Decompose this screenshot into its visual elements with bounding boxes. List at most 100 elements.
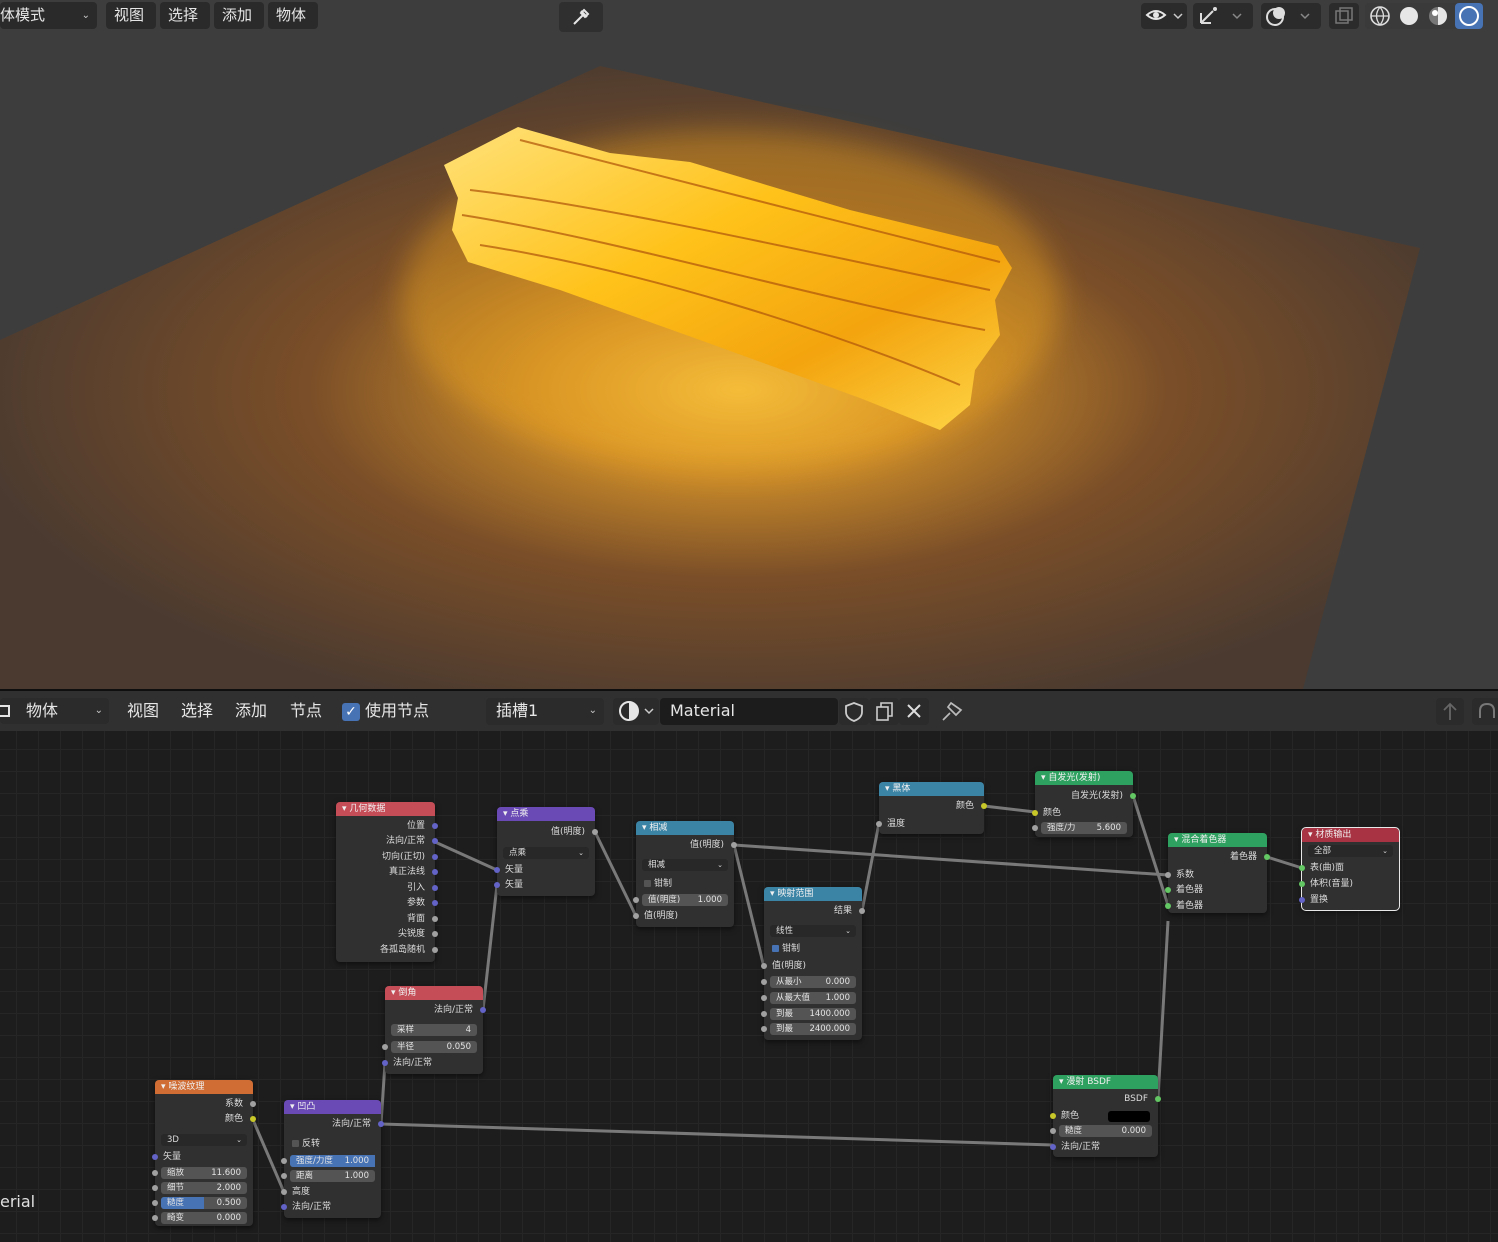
- menu-object[interactable]: 物体: [268, 2, 318, 29]
- roughness-field[interactable]: 糙度 0.000: [1050, 1125, 1152, 1137]
- input-socket[interactable]: [1032, 825, 1038, 831]
- node-blackbody[interactable]: ▾ 黑体 颜色 温度: [876, 782, 987, 834]
- output-socket[interactable]: [432, 838, 438, 844]
- input-socket[interactable]: [1299, 881, 1305, 887]
- editor-type-selector[interactable]: 物体 ⌄: [0, 698, 109, 724]
- output-socket[interactable]: [432, 900, 438, 906]
- visibility-button[interactable]: [1141, 3, 1187, 29]
- node-header-material-output[interactable]: ▾ 材质输出: [1302, 828, 1399, 842]
- input-socket[interactable]: [494, 882, 500, 888]
- node-emission[interactable]: ▾ 自发光(发射) 自发光(发射) 颜色 强度/力 5.600: [1032, 771, 1136, 837]
- menu-select[interactable]: 选择: [160, 2, 210, 29]
- material-name-field[interactable]: Material: [660, 698, 838, 725]
- overlay-button[interactable]: [1261, 3, 1321, 29]
- node-noise-texture[interactable]: ▾ 噪波纹理 系数 颜色 3D ⌄ 矢量 缩放 11.600 细节 2.000 糙度 0…: [152, 1080, 256, 1226]
- node-menu-add[interactable]: 添加: [235, 691, 267, 731]
- input-socket[interactable]: [152, 1200, 158, 1206]
- output-socket[interactable]: [432, 854, 438, 860]
- output-socket[interactable]: [432, 931, 438, 937]
- input-socket[interactable]: [382, 1044, 388, 1050]
- node-menu-node[interactable]: 节点: [290, 691, 322, 731]
- to-min-field[interactable]: 到最 1400.000: [761, 1008, 856, 1020]
- snap-button[interactable]: [1472, 698, 1498, 725]
- node-header-diffuse[interactable]: ▾ 漫射 BSDF: [1053, 1075, 1158, 1089]
- node-map-range[interactable]: ▾ 映射范围 结果 线性 ⌄ 钳制 值(明度) 从最小 0.000 从最大值 1.00…: [761, 887, 865, 1040]
- input-socket[interactable]: [761, 995, 767, 1001]
- clamp-row[interactable]: 钳制: [636, 877, 734, 891]
- output-socket[interactable]: [1155, 1096, 1161, 1102]
- from-max-field[interactable]: 从最大值 1.000: [761, 992, 856, 1004]
- input-socket[interactable]: [1165, 903, 1171, 909]
- node-header-dot[interactable]: ▾ 点乘: [497, 807, 595, 821]
- radius-field[interactable]: 半径 0.050: [382, 1041, 477, 1053]
- detail-field[interactable]: 细节 2.000: [152, 1182, 247, 1194]
- distance-field[interactable]: 距离 1.000: [281, 1170, 375, 1182]
- pin-button[interactable]: [937, 698, 967, 725]
- samples-field[interactable]: 采样 4: [391, 1024, 477, 1036]
- input-socket[interactable]: [761, 1026, 767, 1032]
- input-socket[interactable]: [1165, 887, 1171, 893]
- input-socket[interactable]: [494, 867, 500, 873]
- node-bump[interactable]: ▾ 凹凸 法向/正常 反转 强度/力度 1.000 距离 1.000 高度 法向/正…: [281, 1100, 384, 1218]
- output-socket[interactable]: [1264, 854, 1270, 860]
- input-socket[interactable]: [761, 979, 767, 985]
- input-socket[interactable]: [1299, 897, 1305, 903]
- input-socket[interactable]: [152, 1154, 158, 1160]
- clamp-checkbox[interactable]: [644, 880, 651, 887]
- node-header-mix-shader[interactable]: ▾ 混合着色器: [1168, 833, 1267, 847]
- xray-button[interactable]: [1329, 3, 1359, 29]
- input-socket[interactable]: [281, 1173, 287, 1179]
- 3d-viewport[interactable]: 体模式 ⌄ 视图 选择 添加 物体: [0, 0, 1498, 689]
- output-socket[interactable]: [981, 803, 987, 809]
- input-socket[interactable]: [281, 1204, 287, 1210]
- duplicate-material-button[interactable]: [869, 698, 899, 725]
- node-diffuse-bsdf[interactable]: ▾ 漫射 BSDF BSDF 颜色 糙度 0.000 法向/正常: [1050, 1075, 1161, 1157]
- slot-selector[interactable]: 插槽1 ⌄: [486, 698, 604, 725]
- node-header-geometry[interactable]: ▾ 几何数据: [336, 802, 435, 816]
- dimensions-dropdown[interactable]: 3D ⌄: [161, 1134, 247, 1146]
- clamp-checkbox[interactable]: [772, 945, 779, 952]
- node-header-subtract[interactable]: ▾ 相减: [636, 821, 734, 835]
- input-socket[interactable]: [152, 1215, 158, 1221]
- input-socket[interactable]: [1299, 865, 1305, 871]
- node-geometry[interactable]: ▾ 几何数据 位置 法向/正常 切向(正切) 真正法线 引入 参数 背面 尖锐度…: [336, 802, 438, 962]
- output-socket[interactable]: [432, 869, 438, 875]
- from-min-field[interactable]: 从最小 0.000: [761, 976, 856, 988]
- eyedropper-button[interactable]: [559, 2, 603, 32]
- output-socket[interactable]: [1130, 793, 1136, 799]
- node-subtract[interactable]: ▾ 相减 值(明度) 相减 ⌄ 钳制 值(明度) 1.000 值(明度): [633, 821, 737, 927]
- node-header-bevel[interactable]: ▾ 倒角: [385, 986, 483, 1000]
- node-dot-product[interactable]: ▾ 点乘 值(明度) 点乘 ⌄ 矢量 矢量: [494, 807, 598, 896]
- input-socket[interactable]: [1050, 1144, 1056, 1150]
- node-canvas[interactable]: ▾ 几何数据 位置 法向/正常 切向(正切) 真正法线 引入 参数 背面 尖锐度…: [0, 731, 1498, 1242]
- output-socket[interactable]: [378, 1121, 384, 1127]
- unlink-material-button[interactable]: [899, 698, 929, 725]
- mode-selector[interactable]: 体模式 ⌄: [0, 2, 97, 29]
- input-socket[interactable]: [152, 1170, 158, 1176]
- input-socket[interactable]: [281, 1189, 287, 1195]
- menu-add[interactable]: 添加: [214, 2, 264, 29]
- node-menu-select[interactable]: 选择: [181, 691, 213, 731]
- output-socket[interactable]: [432, 947, 438, 953]
- input-socket[interactable]: [1165, 872, 1171, 878]
- input-socket[interactable]: [1032, 810, 1038, 816]
- node-header-blackbody[interactable]: ▾ 黑体: [879, 782, 984, 796]
- target-dropdown[interactable]: 全部 ⌄: [1308, 845, 1393, 857]
- input-socket[interactable]: [1050, 1113, 1056, 1119]
- input-socket[interactable]: [281, 1158, 287, 1164]
- input-socket[interactable]: [761, 1011, 767, 1017]
- node-menu-view[interactable]: 视图: [127, 691, 159, 731]
- strength-field[interactable]: 强度/力 5.600: [1032, 822, 1127, 834]
- gizmo-button[interactable]: [1193, 3, 1253, 29]
- node-mix-shader[interactable]: ▾ 混合着色器 着色器 系数 着色器 着色器: [1165, 833, 1270, 913]
- output-socket[interactable]: [432, 885, 438, 891]
- invert-row[interactable]: 反转: [284, 1137, 381, 1151]
- interpolation-dropdown[interactable]: 线性 ⌄: [770, 925, 856, 937]
- color-swatch[interactable]: [1108, 1111, 1150, 1122]
- input-socket[interactable]: [633, 897, 639, 903]
- parent-node-tree-button[interactable]: [1436, 698, 1464, 725]
- operation-dropdown[interactable]: 相减 ⌄: [642, 859, 728, 871]
- scale-field[interactable]: 缩放 11.600: [152, 1167, 247, 1179]
- menu-view[interactable]: 视图: [106, 2, 156, 29]
- output-socket[interactable]: [731, 842, 737, 848]
